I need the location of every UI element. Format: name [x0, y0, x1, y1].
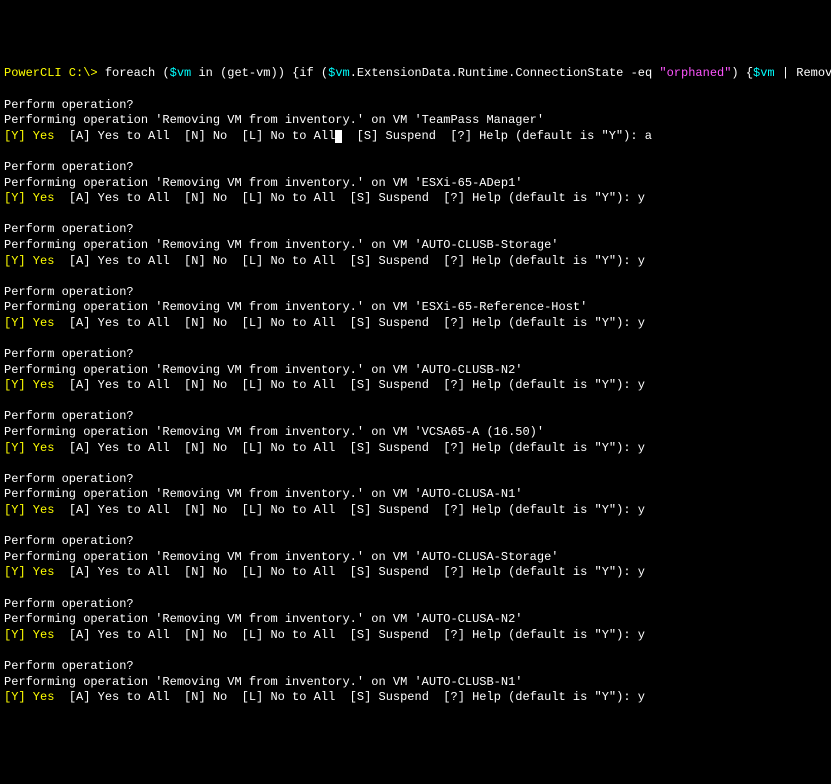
user-answer: y [638, 628, 645, 642]
option-yes[interactable]: [Y] Yes [4, 191, 54, 205]
confirm-block: Perform operation? Performing operation '… [4, 347, 827, 394]
confirm-block: Perform operation?Performing operation '… [4, 98, 827, 145]
option-suspend-help[interactable]: [S] Suspend [?] Help (default is "Y"): [335, 441, 637, 455]
confirm-block: Perform operation? Performing operation '… [4, 409, 827, 456]
user-answer: a [645, 129, 652, 143]
var-vm: $vm [753, 66, 775, 80]
perform-question: Perform operation? [4, 160, 134, 174]
performing-line: Performing operation 'Removing VM from i… [4, 238, 559, 252]
performing-line: Performing operation 'Removing VM from i… [4, 550, 559, 564]
perform-question: Perform operation? [4, 98, 134, 112]
option-suspend-help[interactable]: [S] Suspend [?] Help (default is "Y"): [335, 503, 637, 517]
confirm-block: Perform operation? Performing operation '… [4, 659, 827, 706]
option-yes[interactable]: [Y] Yes [4, 129, 54, 143]
user-answer: y [638, 503, 645, 517]
option-yes[interactable]: [Y] Yes [4, 378, 54, 392]
option-yes[interactable]: [Y] Yes [4, 565, 54, 579]
user-answer: y [638, 191, 645, 205]
performing-line: Performing operation 'Removing VM from i… [4, 363, 522, 377]
performing-line: Performing operation 'Removing VM from i… [4, 113, 544, 127]
var-vm: $vm [170, 66, 192, 80]
var-vm: $vm [328, 66, 350, 80]
perform-question: Perform operation? [4, 409, 134, 423]
prompt-label: PowerCLI C:\> [4, 66, 105, 80]
performing-line: Performing operation 'Removing VM from i… [4, 176, 522, 190]
user-answer: y [638, 316, 645, 330]
option-yes[interactable]: [Y] Yes [4, 628, 54, 642]
cmdlet-remove-vm: Remove-VM [789, 66, 831, 80]
perform-question: Perform operation? [4, 222, 134, 236]
perform-question: Perform operation? [4, 534, 134, 548]
option-others[interactable]: [A] Yes to All [N] No [L] No to All [54, 254, 335, 268]
option-others[interactable]: [A] Yes to All [N] No [L] No to All [54, 503, 335, 517]
string-orphaned: "orphaned" [652, 66, 731, 80]
option-yes[interactable]: [Y] Yes [4, 316, 54, 330]
confirm-block: Perform operation?Performing operation '… [4, 285, 827, 332]
terminal-output[interactable]: PowerCLI C:\> foreach ($vm in (get-vm)) … [4, 66, 827, 705]
performing-line: Performing operation 'Removing VM from i… [4, 425, 544, 439]
confirm-block: Perform operation?Performing operation '… [4, 597, 827, 644]
option-others[interactable]: [A] Yes to All [N] No [L] No to All [54, 565, 335, 579]
perform-question: Perform operation? [4, 285, 134, 299]
option-others[interactable]: [A] Yes to All [N] No [L] No to All [54, 129, 335, 143]
option-suspend-help[interactable]: [S] Suspend [?] Help (default is "Y"): [335, 316, 637, 330]
user-answer: y [638, 378, 645, 392]
user-answer: y [638, 565, 645, 579]
performing-line: Performing operation 'Removing VM from i… [4, 675, 522, 689]
cmdlet-get-vm: get-vm [227, 66, 270, 80]
confirm-block: Perform operation?Performing operation '… [4, 472, 827, 519]
option-suspend-help[interactable]: [S] Suspend [?] Help (default is "Y"): [335, 565, 637, 579]
perform-question: Perform operation? [4, 659, 134, 673]
user-answer: y [638, 254, 645, 268]
option-yes[interactable]: [Y] Yes [4, 690, 54, 704]
option-suspend-help[interactable]: [S] Suspend [?] Help (default is "Y"): [335, 254, 637, 268]
option-suspend-help[interactable]: [S] Suspend [?] Help (default is "Y"): [335, 690, 637, 704]
option-suspend-help[interactable]: [S] Suspend [?] Help (default is "Y"): [342, 129, 644, 143]
option-suspend-help[interactable]: [S] Suspend [?] Help (default is "Y"): [335, 191, 637, 205]
option-others[interactable]: [A] Yes to All [N] No [L] No to All [54, 316, 335, 330]
performing-line: Performing operation 'Removing VM from i… [4, 612, 522, 626]
performing-line: Performing operation 'Removing VM from i… [4, 300, 587, 314]
option-others[interactable]: [A] Yes to All [N] No [L] No to All [54, 628, 335, 642]
option-others[interactable]: [A] Yes to All [N] No [L] No to All [54, 690, 335, 704]
confirm-block: Perform operation? Performing operation '… [4, 534, 827, 581]
user-answer: y [638, 441, 645, 455]
confirm-block: Perform operation? Performing operation '… [4, 160, 827, 207]
perform-question: Perform operation? [4, 472, 134, 486]
option-suspend-help[interactable]: [S] Suspend [?] Help (default is "Y"): [335, 378, 637, 392]
option-others[interactable]: [A] Yes to All [N] No [L] No to All [54, 191, 335, 205]
kw-foreach: foreach [105, 66, 155, 80]
option-yes[interactable]: [Y] Yes [4, 441, 54, 455]
perform-question: Perform operation? [4, 347, 134, 361]
confirm-block: Perform operation? Performing operation '… [4, 222, 827, 269]
command-line: PowerCLI C:\> foreach ($vm in (get-vm)) … [4, 66, 827, 82]
option-suspend-help[interactable]: [S] Suspend [?] Help (default is "Y"): [335, 628, 637, 642]
kw-if: if [299, 66, 313, 80]
option-others[interactable]: [A] Yes to All [N] No [L] No to All [54, 378, 335, 392]
user-answer: y [638, 690, 645, 704]
property-path: .ExtensionData.Runtime.ConnectionState [350, 66, 624, 80]
perform-question: Perform operation? [4, 597, 134, 611]
performing-line: Performing operation 'Removing VM from i… [4, 487, 522, 501]
option-yes[interactable]: [Y] Yes [4, 254, 54, 268]
option-yes[interactable]: [Y] Yes [4, 503, 54, 517]
option-others[interactable]: [A] Yes to All [N] No [L] No to All [54, 441, 335, 455]
